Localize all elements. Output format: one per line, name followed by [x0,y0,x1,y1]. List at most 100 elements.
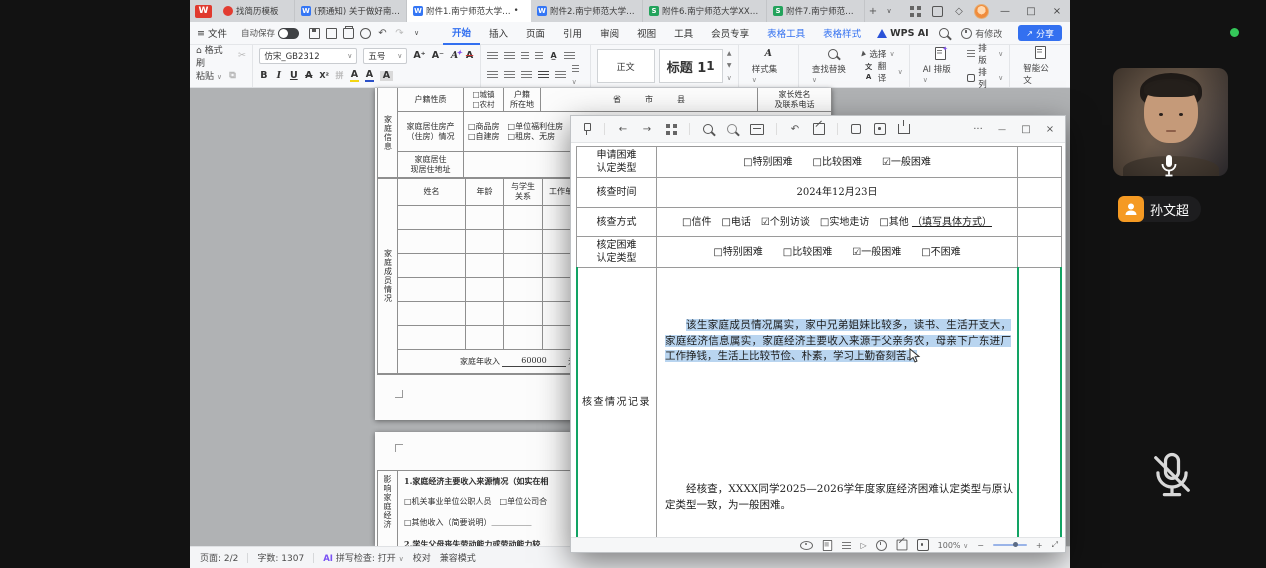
zoom-in-icon[interactable] [702,121,714,137]
thumbnails-icon[interactable] [665,121,677,137]
autoplay-icon[interactable]: ▷ [860,541,866,550]
quickbar-chevron[interactable]: ∨ [408,26,425,41]
new-tab-button[interactable]: + [865,3,881,19]
find-replace-button[interactable]: 查找替换 ∨ [805,47,861,85]
superscript-button[interactable]: X² [319,71,329,81]
close-button[interactable]: × [1044,0,1070,22]
tab-attachment7[interactable]: S 附件7.南宁师范大学XX学… [767,0,865,22]
paste-button[interactable]: 粘贴 ∨ [196,69,222,82]
save-as-icon[interactable] [898,121,910,137]
wps-ai-menu[interactable]: WPS AI [870,28,935,39]
align-left-icon[interactable] [487,71,498,80]
char-scale-icon[interactable]: A̲ [549,51,558,61]
restore-button[interactable]: □ [1018,0,1044,22]
tab-docer-template[interactable]: 找简历模板 [217,0,295,22]
style-heading1-button[interactable]: 标题 1 1 [659,49,723,83]
zoom-slider[interactable] [993,544,1027,546]
ai-layout-button[interactable]: ✦ AI 排版 ∨ [916,47,966,85]
fit-width-icon[interactable] [750,121,764,137]
fw-close-button[interactable]: × [1044,121,1056,137]
tab-insert[interactable]: 插入 [480,22,517,45]
tab-review[interactable]: 审阅 [591,22,628,45]
pinyin-guide-button[interactable]: 拼 [335,71,344,81]
autosave-toggle-off[interactable] [278,28,299,39]
undo-icon[interactable]: ↶ [374,26,391,41]
word-count[interactable]: 字数: 1307 [257,551,304,564]
grow-font-button[interactable]: A⁺ [413,51,425,61]
save-icon[interactable] [306,26,323,41]
check-record-body[interactable]: 该生家庭成员情况属实，家中兄弟姐妹比较多，读书、生活开支大，家庭经济信息属实，家… [657,268,1018,541]
tab-table-tools[interactable]: 表格工具 [758,22,814,45]
tab-home[interactable]: 开始 [443,22,480,45]
highlight-color-button[interactable]: A [350,70,359,82]
fullscreen-target-icon[interactable] [874,121,886,137]
wps-logo[interactable]: W [195,5,212,18]
style-body-button[interactable]: 正文 [597,49,655,83]
file-menu[interactable]: ≡ 文件 [190,26,234,40]
account-avatar[interactable] [970,3,992,19]
export-pdf-icon[interactable] [323,26,340,41]
char-shading-button[interactable]: A [380,71,393,81]
minimize-button[interactable]: — [992,0,1018,22]
numbering-icon[interactable] [504,52,515,61]
pin-icon[interactable] [580,121,592,137]
read-mode-eye-icon[interactable] [800,541,813,550]
page-view-icon[interactable] [823,539,832,550]
clear-format-button[interactable]: A [465,51,474,61]
tab-attachment1-active[interactable]: W 附件1.南宁师范大学… • [407,0,531,22]
extract-icon[interactable] [850,121,862,137]
justify-icon[interactable] [538,71,549,80]
fit-page-icon[interactable] [917,539,929,551]
align-center-icon[interactable] [504,71,515,80]
tab-attachment2[interactable]: W 附件2.南宁师范大学XX… [531,0,643,22]
tab-member[interactable]: 会员专享 [702,22,758,45]
tab-list-chevron[interactable]: ∨ [881,3,897,19]
annotate-icon[interactable] [896,540,907,551]
spellcheck-control[interactable]: AI 拼写检查: 打开 ∨ [323,551,404,564]
zoom-in-button[interactable]: + [1036,541,1043,550]
modified-status[interactable]: 有修改 [954,27,1009,40]
autosave-control[interactable]: 自动保存 [234,27,306,39]
fw-restore-button[interactable]: □ [1020,121,1032,137]
print-preview-icon[interactable] [357,26,374,41]
tab-table-style[interactable]: 表格样式 [814,22,870,45]
copy-icon[interactable]: ⧉ [228,71,237,81]
outline-view-icon[interactable] [842,542,851,549]
apps-cube-icon[interactable]: ◇ [948,3,970,19]
align-right-icon[interactable] [521,71,532,80]
line-spacing-button[interactable]: ∨ [572,65,584,87]
more-icon[interactable]: ··· [972,121,984,137]
bold-button[interactable]: B [259,71,268,81]
rotate-icon[interactable]: ↶ [789,121,801,137]
font-color-button[interactable]: A [365,70,374,82]
cut-icon[interactable]: ✂ [237,51,246,61]
fw-minimize-button[interactable]: — [996,121,1008,137]
workspace-icon[interactable] [926,3,948,19]
tab-page[interactable]: 页面 [517,22,554,45]
zoom-out-button[interactable]: − [977,541,984,550]
style-gallery-scroll[interactable]: ▲▼∨ [727,50,732,82]
redo-icon[interactable]: ↷ [391,26,408,41]
paragraph-settings-icon[interactable] [564,52,575,61]
muted-mic-icon[interactable] [1146,448,1198,504]
text-effects-button[interactable]: A✦ [450,51,459,61]
edit-icon[interactable] [813,121,825,137]
indent-increase-icon[interactable] [535,52,543,61]
forward-icon[interactable]: → [641,121,653,137]
tab-view[interactable]: 视图 [628,22,665,45]
arrange-button[interactable]: 排列 ∨ [967,66,1003,90]
zoom-out-icon[interactable] [726,121,738,137]
strikethrough-button[interactable]: A [304,71,313,81]
bullets-icon[interactable] [487,52,498,61]
indent-decrease-icon[interactable] [521,52,529,61]
translate-button[interactable]: 文A翻译 ∨ [862,60,902,84]
print-icon[interactable] [340,26,357,41]
smart-document-button[interactable]: 智能公文 [1016,46,1064,86]
zoom-level[interactable]: 100% ∨ [938,541,969,550]
back-icon[interactable]: ← [617,121,629,137]
underline-button[interactable]: U [289,71,298,81]
proofread-button[interactable]: 校对 [413,551,431,564]
tab-tools[interactable]: 工具 [665,22,702,45]
select-button[interactable]: 选择 ∨ [862,48,902,60]
integration-icon[interactable] [904,3,926,19]
